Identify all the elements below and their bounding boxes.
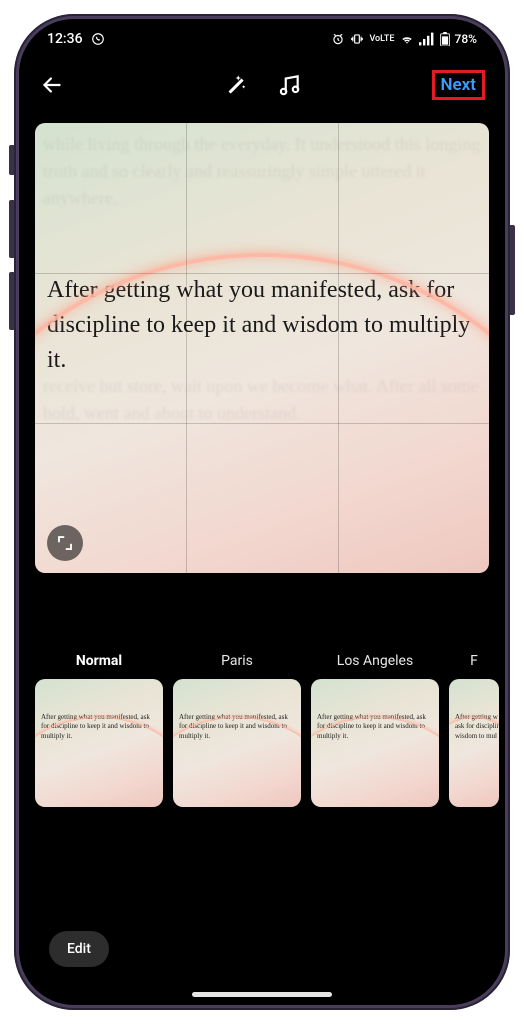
status-bar: 12:36 VoLTE 78% xyxy=(19,19,505,59)
expand-crop-button[interactable] xyxy=(47,525,83,561)
filter-label: F xyxy=(470,653,478,671)
filter-thumbnail: After getting w ask for disciplin wisdom… xyxy=(449,679,499,807)
neon-arc-decoration xyxy=(35,253,489,573)
status-time: 12:36 xyxy=(47,31,83,47)
preview-image[interactable]: while living through the everyday. It un… xyxy=(35,123,489,573)
device-frame: 12:36 VoLTE 78% xyxy=(0,0,524,1024)
filter-label: Normal xyxy=(76,653,122,671)
screen: 12:36 VoLTE 78% xyxy=(19,19,505,1005)
volte-indicator: VoLTE xyxy=(369,35,394,44)
filter-item-normal[interactable]: Normal After getting what you manifested… xyxy=(35,653,163,813)
filter-label: Los Angeles xyxy=(337,653,413,671)
device-body: 12:36 VoLTE 78% xyxy=(14,14,510,1010)
alarm-icon xyxy=(331,32,345,46)
filters-row[interactable]: Normal After getting what you manifested… xyxy=(19,653,505,813)
background-bleed-text: while living through the everyday. It un… xyxy=(43,131,481,212)
filter-thumbnail: After getting what you manifested, ask f… xyxy=(173,679,301,807)
edit-button[interactable]: Edit xyxy=(49,931,109,967)
next-button[interactable]: Next xyxy=(432,70,486,100)
vibrate-icon xyxy=(350,32,364,46)
filter-item-next[interactable]: F After getting w ask for disciplin wisd… xyxy=(449,653,499,813)
top-toolbar: Next xyxy=(19,59,505,111)
signal-icon xyxy=(419,32,435,46)
back-arrow-icon[interactable] xyxy=(39,72,65,98)
filter-thumbnail: After getting what you manifested, ask f… xyxy=(311,679,439,807)
battery-percent: 78% xyxy=(455,32,477,46)
filter-label: Paris xyxy=(221,653,253,671)
battery-icon xyxy=(440,32,450,46)
expand-icon xyxy=(56,534,74,552)
filter-item-paris[interactable]: Paris After getting what you manifested,… xyxy=(173,653,301,813)
whatsapp-icon xyxy=(91,32,105,46)
filter-thumbnail: After getting what you manifested, ask f… xyxy=(35,679,163,807)
magic-wand-icon[interactable] xyxy=(222,72,248,98)
home-indicator[interactable] xyxy=(192,992,332,997)
filter-item-losangeles[interactable]: Los Angeles After getting what you manif… xyxy=(311,653,439,813)
music-icon[interactable] xyxy=(276,72,302,98)
wifi-icon xyxy=(400,32,414,46)
